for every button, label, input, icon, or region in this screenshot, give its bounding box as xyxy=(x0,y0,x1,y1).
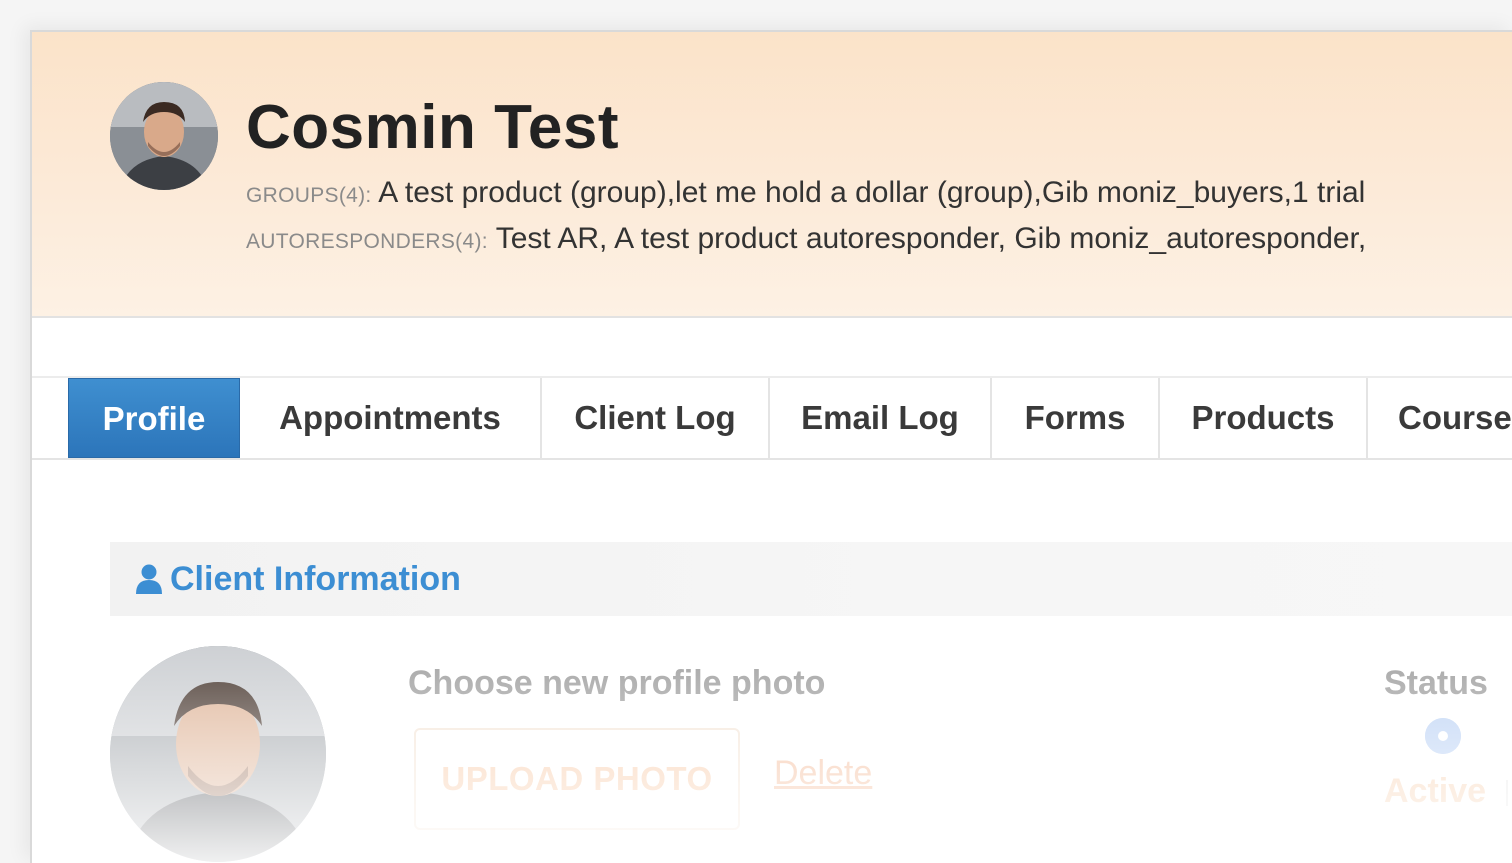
client-avatar-small xyxy=(110,82,218,190)
section-title: Client Information xyxy=(170,560,461,598)
autoresponders-value: Test AR, A test product autoresponder, G… xyxy=(495,222,1367,255)
tab-products[interactable]: Products xyxy=(1160,378,1368,458)
autoresponders-label: AUTORESPONDERS(4): xyxy=(246,230,488,253)
tab-profile[interactable]: Profile xyxy=(68,378,240,458)
tab-course[interactable]: Course xyxy=(1368,378,1512,458)
delete-photo-link[interactable]: Delete xyxy=(774,754,872,793)
status-active-label: Active xyxy=(1384,772,1487,810)
client-name: Cosmin Test xyxy=(246,93,619,162)
client-avatar-large xyxy=(110,646,326,862)
status-label: Status xyxy=(1384,664,1488,702)
upload-photo-button[interactable]: UPLOAD PHOTO xyxy=(414,728,740,830)
client-information-header: Client Information xyxy=(110,542,1512,616)
tab-email-log[interactable]: Email Log xyxy=(770,378,992,458)
choose-photo-label: Choose new profile photo xyxy=(408,664,826,702)
client-header: Cosmin Test GROUPS(4): A test product (g… xyxy=(32,32,1512,318)
status-separator xyxy=(1506,780,1508,806)
client-page: Cosmin Test GROUPS(4): A test product (g… xyxy=(30,30,1512,863)
tab-appointments[interactable]: Appointments xyxy=(240,378,542,458)
status-active-radio[interactable] xyxy=(1425,718,1461,754)
groups-label: GROUPS(4): xyxy=(246,184,372,207)
autoresponders-line: AUTORESPONDERS(4): Test AR, A test produ… xyxy=(246,222,1366,256)
groups-value: A test product (group),let me hold a dol… xyxy=(378,176,1366,209)
tab-forms[interactable]: Forms xyxy=(992,378,1160,458)
client-tabs: Profile Appointments Client Log Email Lo… xyxy=(32,376,1512,460)
groups-line: GROUPS(4): A test product (group),let me… xyxy=(246,176,1365,210)
user-icon xyxy=(136,564,162,599)
tab-client-log[interactable]: Client Log xyxy=(542,378,770,458)
